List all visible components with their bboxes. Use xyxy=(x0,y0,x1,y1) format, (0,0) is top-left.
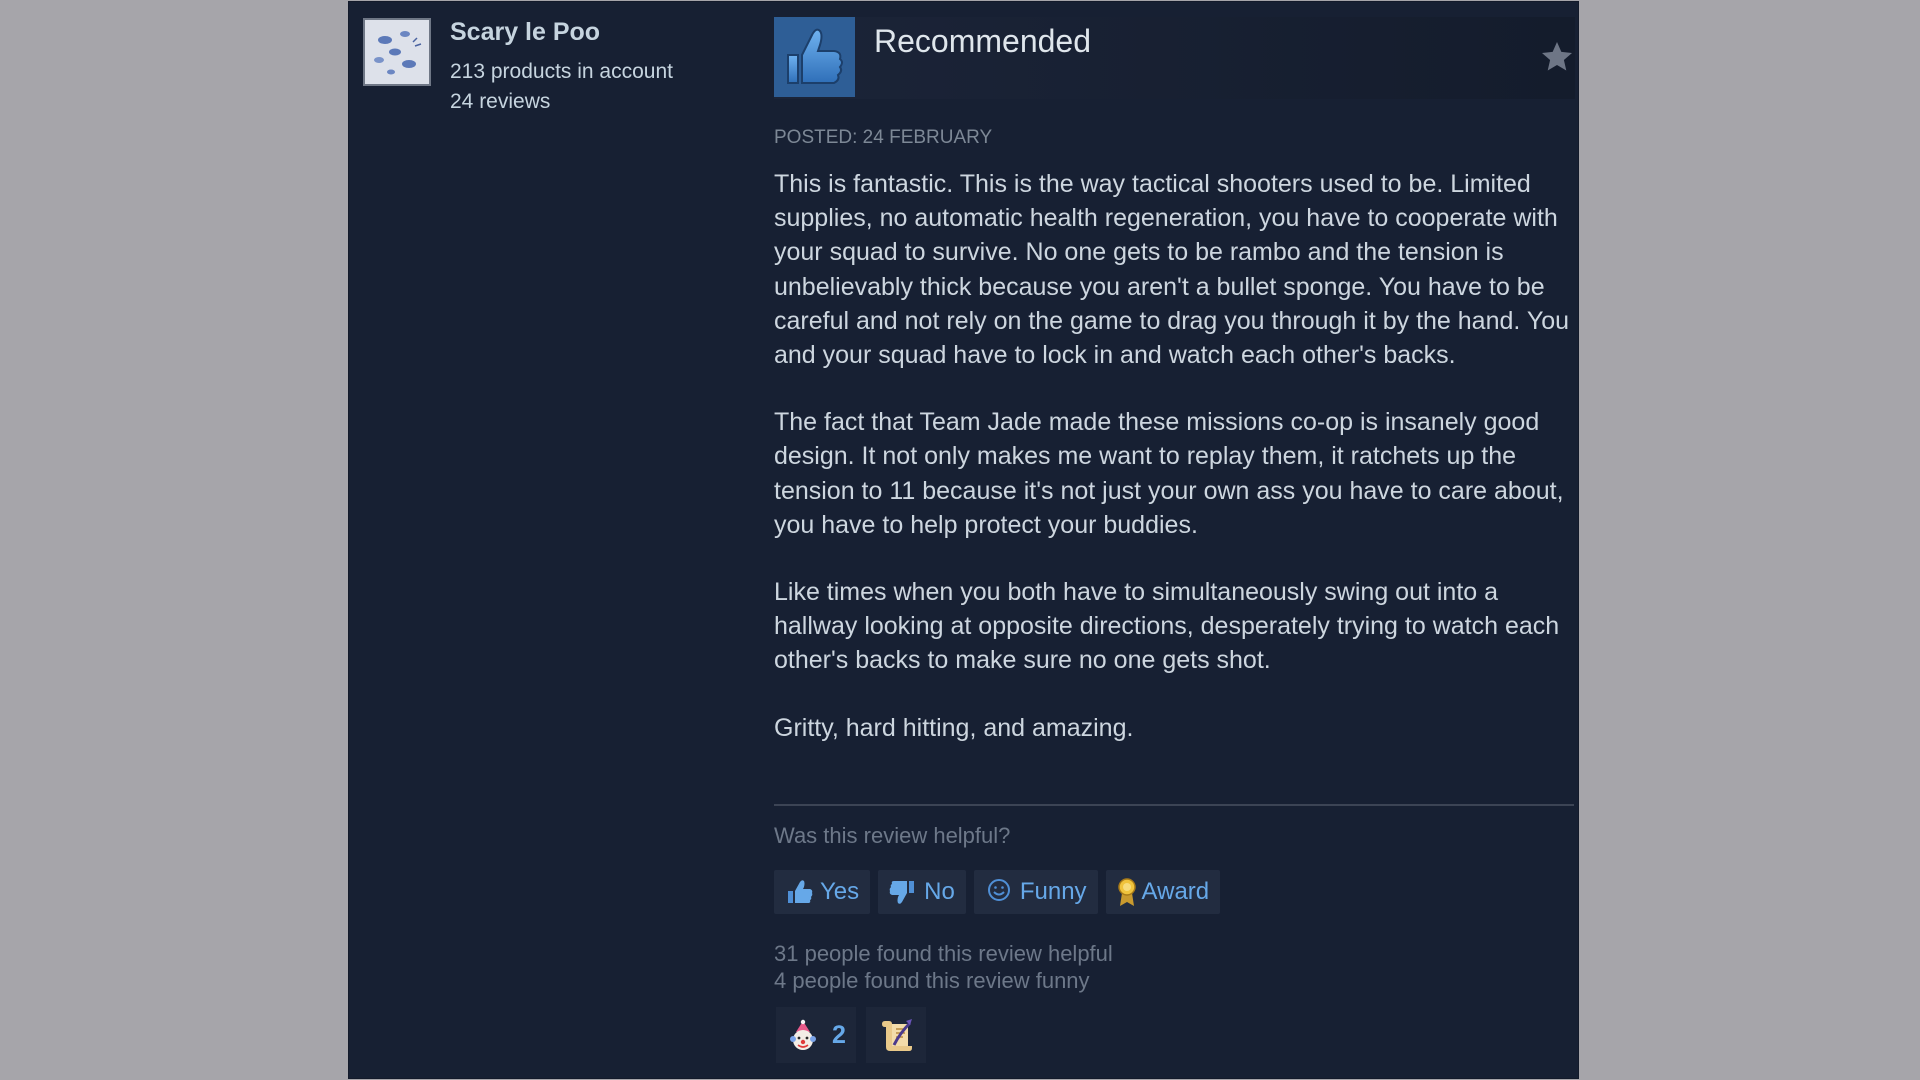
vote-yes-button[interactable]: Yes xyxy=(774,870,871,914)
vote-funny-button[interactable]: Funny xyxy=(973,870,1098,914)
smiley-icon xyxy=(984,877,1014,907)
helpful-count: 31 people found this review helpful xyxy=(774,941,1113,966)
vote-yes-label: Yes xyxy=(820,878,860,905)
thumbs-down-icon xyxy=(888,877,918,907)
author-products-count[interactable]: 213 products in account xyxy=(450,60,673,84)
divider xyxy=(774,804,1574,806)
author-name[interactable]: Scary le Poo xyxy=(450,18,600,47)
review-body: This is fantastic. This is the way tacti… xyxy=(774,167,1574,778)
author-reviews-count[interactable]: 24 reviews xyxy=(450,90,550,114)
vote-buttons: Yes No Funny Award xyxy=(774,870,1221,914)
review-paragraph: This is fantastic. This is the way tacti… xyxy=(774,170,1570,370)
review-paragraph: Like times when you both have to simulta… xyxy=(774,578,1560,675)
vote-funny-label: Funny xyxy=(1019,878,1087,905)
review-paragraph: The fact that Team Jade made these missi… xyxy=(774,408,1564,539)
thumbs-up-icon xyxy=(774,17,855,97)
star-icon[interactable] xyxy=(1539,39,1575,75)
review-paragraph: Gritty, hard hitting, and amazing. xyxy=(774,713,1134,742)
vote-no-button[interactable]: No xyxy=(878,870,966,914)
award-ribbon-icon xyxy=(1116,877,1138,907)
funny-count: 4 people found this review funny xyxy=(774,968,1090,993)
award-label: Award xyxy=(1141,878,1210,905)
award-chip[interactable] xyxy=(865,1007,926,1063)
recommendation-header: Recommended xyxy=(774,17,1575,99)
review-card: Scary le Poo 213 products in account 24 … xyxy=(349,2,1578,1078)
award-button[interactable]: Award xyxy=(1105,870,1221,914)
award-count: 2 xyxy=(832,1020,846,1049)
vote-no-label: No xyxy=(924,878,955,905)
helpful-question: Was this review helpful? xyxy=(774,823,1011,848)
scroll-award-icon xyxy=(876,1015,916,1055)
author-avatar[interactable] xyxy=(363,18,431,86)
clown-award-icon xyxy=(786,1018,820,1052)
posted-date: POSTED: 24 FEBRUARY xyxy=(774,127,993,148)
received-awards: 2 xyxy=(776,1007,926,1063)
recommendation-title[interactable]: Recommended xyxy=(874,23,1091,60)
thumbs-up-icon xyxy=(784,877,814,907)
award-chip[interactable]: 2 xyxy=(776,1007,856,1063)
